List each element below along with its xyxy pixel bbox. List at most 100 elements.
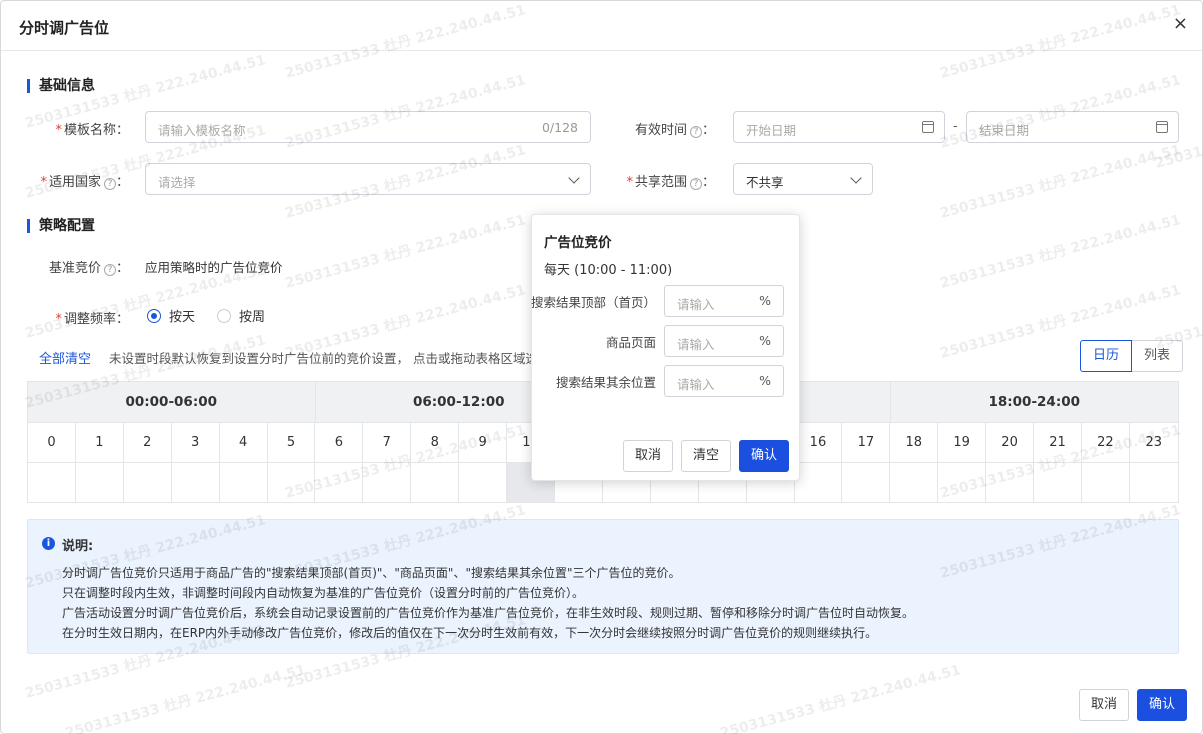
grid-hour-header: 4 <box>219 422 268 462</box>
chevron-down-icon <box>568 172 580 184</box>
view-list-button[interactable]: 列表 <box>1132 340 1184 372</box>
grid-hour-header: 16 <box>794 422 843 462</box>
start-date-placeholder: 开始日期 <box>746 123 797 138</box>
bid-top-label: 搜索结果顶部（首页） <box>530 295 656 310</box>
watermark-text: 2503131533 杜丹 222.240.44.51 <box>938 142 1183 222</box>
grid-group-header: 00:00-06:00 <box>28 382 316 422</box>
grid-hour-header: 17 <box>842 422 891 462</box>
date-separator: - <box>953 118 958 133</box>
grid-hour-header: 7 <box>363 422 412 462</box>
help-icon[interactable]: ? <box>103 178 116 190</box>
chevron-down-icon <box>850 172 862 184</box>
grid-time-cell[interactable] <box>171 462 220 502</box>
share-scope-select[interactable]: 不共享 <box>733 163 873 195</box>
bid-product-page-label: 商品页面 <box>605 335 656 350</box>
bid-rest-label: 搜索结果其余位置 <box>555 375 656 390</box>
end-date-placeholder: 结束日期 <box>979 123 1030 138</box>
grid-hour-header: 1 <box>75 422 124 462</box>
popover-clear-button[interactable]: 清空 <box>681 440 731 472</box>
grid-time-cell[interactable] <box>28 462 76 502</box>
dialog-title: 分时调广告位 <box>19 19 110 37</box>
radio-dot <box>217 308 231 323</box>
grid-time-cell[interactable] <box>219 462 268 502</box>
watermark-text: 2503131533 杜丹 222.240.44.51 <box>718 662 963 734</box>
grid-time-cell[interactable] <box>938 462 987 502</box>
close-icon[interactable]: × <box>1173 14 1188 34</box>
calendar-icon <box>1156 121 1168 133</box>
grid-time-cell[interactable] <box>794 462 843 502</box>
note-line: 分时调广告位竞价只适用于商品广告的"搜索结果顶部(首页)"、"商品页面"、"搜索… <box>62 566 681 580</box>
dialog-header: 分时调广告位 × <box>1 1 1202 51</box>
template-name-count: 0/128 <box>541 120 578 135</box>
bid-product-page-input[interactable]: 请输入 % <box>664 325 784 357</box>
grid-time-cell[interactable] <box>1081 462 1130 502</box>
valid-time-label: 有效时间?： <box>634 123 715 138</box>
help-icon[interactable]: ? <box>689 178 702 190</box>
grid-hour-header: 23 <box>1129 422 1178 462</box>
grid-time-cell[interactable] <box>315 462 364 502</box>
template-name-input[interactable]: 请输入模板名称 0/128 <box>145 111 591 143</box>
start-date-input[interactable]: 开始日期 <box>733 111 945 143</box>
clear-all-link[interactable]: 全部清空 <box>39 348 91 367</box>
grid-hour-header: 22 <box>1081 422 1130 462</box>
dialog: 分时调广告位 × 基础信息 * 模板名称： 请输入模板名称 0/128 有效时间?… <box>0 0 1203 734</box>
note-line: 在分时生效日期内，在ERP内外手动修改广告位竞价，修改后的值仅在下一次分时生效前… <box>62 626 878 640</box>
grid-hour-header: 18 <box>890 422 939 462</box>
calendar-icon <box>922 121 934 133</box>
grid-time-cell[interactable] <box>459 462 508 502</box>
grid-hour-header: 3 <box>171 422 220 462</box>
grid-hour-header: 5 <box>267 422 316 462</box>
section-strategy-title: 策略配置 <box>27 219 95 233</box>
grid-hour-header: 8 <box>411 422 460 462</box>
watermark-text: 2503131533 杜丹 222.240.44.51 <box>63 662 308 734</box>
grid-hour-header: 19 <box>938 422 987 462</box>
end-date-input[interactable]: 结束日期 <box>966 111 1179 143</box>
grid-group-header: 18:00-24:00 <box>988 394 1081 410</box>
popover-subtitle: 每天 (10:00 - 11:00) <box>544 263 673 278</box>
info-icon: i <box>42 537 55 550</box>
grid-time-cell[interactable] <box>1034 462 1082 502</box>
grid-hour-header: 0 <box>28 422 76 462</box>
bid-top-input[interactable]: 请输入 % <box>664 285 784 317</box>
radio-dot <box>147 308 161 323</box>
help-icon[interactable]: ? <box>103 264 116 276</box>
grid-time-cell[interactable] <box>986 462 1035 502</box>
grid-time-cell[interactable] <box>842 462 891 502</box>
grid-hour-header: 20 <box>986 422 1035 462</box>
radio-daily[interactable]: 按天 <box>147 306 195 325</box>
footer-cancel-button[interactable]: 取消 <box>1079 689 1129 721</box>
grid-time-cell[interactable] <box>267 462 316 502</box>
frequency-label: * 调整频率： <box>55 312 129 327</box>
watermark-text: 2503131533 杜丹 222.240.44.51 <box>938 212 1183 292</box>
grid-time-cell[interactable] <box>1129 462 1178 502</box>
note-line: 广告活动设置分时调广告位竞价后，系统会自动记录设置前的广告位竞价作为基准广告位竞… <box>62 606 915 620</box>
note-line: 只在调整时段内生效，非调整时间段内自动恢复为基准的广告位竞价（设置分时前的广告位… <box>62 586 585 600</box>
grid-time-cell[interactable] <box>123 462 172 502</box>
view-calendar-button[interactable]: 日历 <box>1080 340 1133 372</box>
note-title: 说明: <box>62 539 94 554</box>
popover-title: 广告位竞价 <box>544 235 612 251</box>
section-basic-title: 基础信息 <box>27 79 95 93</box>
bid-rest-input[interactable]: 请输入 % <box>664 365 784 397</box>
bid-popover: 广告位竞价 每天 (10:00 - 11:00) 搜索结果顶部（首页） 请输入 … <box>531 214 800 481</box>
footer-confirm-button[interactable]: 确认 <box>1137 689 1187 721</box>
grid-time-cell[interactable] <box>890 462 939 502</box>
radio-weekly[interactable]: 按周 <box>217 306 265 325</box>
grid-time-cell[interactable] <box>363 462 412 502</box>
grid-hour-header: 2 <box>123 422 172 462</box>
popover-confirm-button[interactable]: 确认 <box>739 440 789 472</box>
share-scope-label: * 共享范围?： <box>626 175 715 190</box>
template-name-placeholder: 请输入模板名称 <box>158 123 246 138</box>
country-label: * 适用国家?： <box>40 175 129 190</box>
view-toggle: 日历 列表 <box>1080 340 1184 372</box>
schedule-hint: 未设置时段默认恢复到设置分时广告位前的竞价设置， 点击或拖动表格区域选择 <box>109 351 531 366</box>
help-icon[interactable]: ? <box>689 126 702 138</box>
template-name-label: * 模板名称： <box>55 123 129 138</box>
country-select[interactable]: 请选择 <box>145 163 591 195</box>
note-box: i 说明: 分时调广告位竞价只适用于商品广告的"搜索结果顶部(首页)"、"商品页… <box>27 519 1179 654</box>
watermark-text: 2503131533 杜丹 222.240.44.51 <box>283 212 528 292</box>
grid-time-cell[interactable] <box>411 462 460 502</box>
grid-hour-header: 21 <box>1034 422 1082 462</box>
grid-time-cell[interactable] <box>75 462 124 502</box>
popover-cancel-button[interactable]: 取消 <box>623 440 673 472</box>
